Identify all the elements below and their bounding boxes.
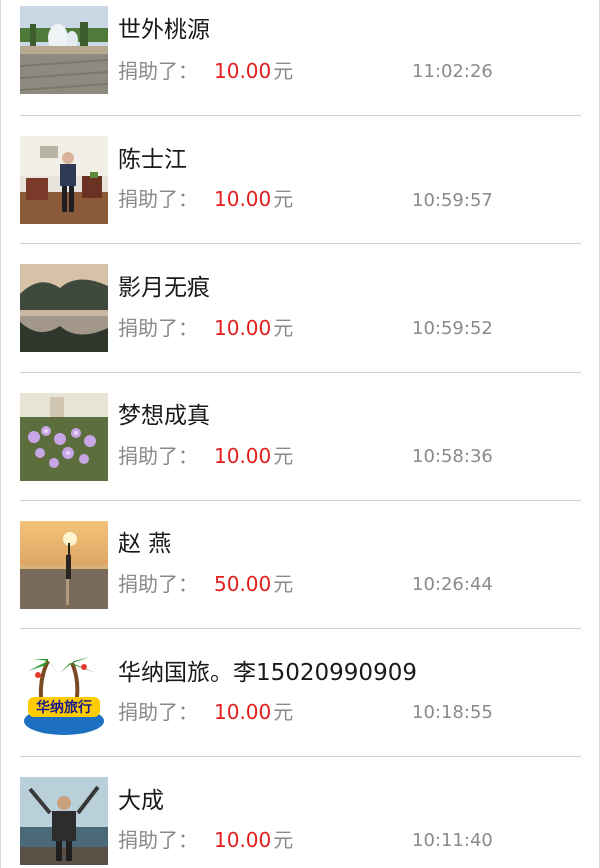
currency-unit: 元: [273, 59, 294, 83]
donation-row[interactable]: 陈士江 捐助了： 10.00 元 10:59:57: [0, 116, 600, 244]
donation-amount: 10.00: [214, 828, 272, 852]
donation-row[interactable]: 世外桃源 捐助了： 10.00 元 11:02:26: [0, 0, 600, 116]
donor-name: 赵 燕: [118, 531, 172, 557]
donation-time: 10:26:44: [412, 574, 493, 595]
currency-unit: 元: [273, 444, 294, 468]
currency-unit: 元: [273, 572, 294, 596]
donor-name: 世外桃源: [118, 17, 210, 43]
donation-amount: 10.00: [214, 700, 272, 724]
donation-amount-line: 捐助了： 10.00 元: [118, 699, 293, 725]
donated-label: 捐助了：: [118, 700, 198, 724]
donation-amount-line: 捐助了： 10.00 元: [118, 58, 293, 84]
currency-unit: 元: [273, 316, 294, 340]
donation-time: 11:02:26: [412, 61, 493, 82]
currency-unit: 元: [273, 700, 294, 724]
donated-label: 捐助了：: [118, 828, 198, 852]
donor-name: 梦想成真: [118, 403, 210, 429]
donation-amount: 10.00: [214, 444, 272, 468]
donation-amount: 10.00: [214, 316, 272, 340]
man-in-office-photo-icon[interactable]: [20, 136, 108, 224]
travel-agency-logo-icon[interactable]: 华纳旅行: [20, 651, 108, 739]
donated-label: 捐助了：: [118, 444, 198, 468]
currency-unit: 元: [273, 828, 294, 852]
donation-list: 世外桃源 捐助了： 10.00 元 11:02:26 陈士江 捐助了： 10.0…: [0, 0, 600, 868]
donation-amount-line: 捐助了： 10.00 元: [118, 827, 293, 853]
fountain-plaza-photo-icon[interactable]: [20, 6, 108, 94]
donated-label: 捐助了：: [118, 187, 198, 211]
donation-time: 10:11:40: [412, 830, 493, 851]
donor-name: 华纳国旅。李15020990909: [118, 660, 417, 686]
donated-label: 捐助了：: [118, 59, 198, 83]
donation-row[interactable]: 华纳旅行 华纳国旅。李15020990909 捐助了： 10.00 元 10:18:…: [0, 629, 600, 757]
donor-name: 大成: [118, 788, 164, 814]
logo-text: 华纳旅行: [36, 699, 92, 716]
sunset-beach-photo-icon[interactable]: [20, 521, 108, 609]
donation-row[interactable]: 影月无痕 捐助了： 10.00 元 10:59:52: [0, 244, 600, 372]
donor-name: 陈士江: [118, 147, 187, 173]
currency-unit: 元: [273, 187, 294, 211]
man-on-boat-photo-icon[interactable]: [20, 777, 108, 865]
donation-amount: 10.00: [214, 59, 272, 83]
donation-row[interactable]: 大成 捐助了： 10.00 元 10:11:40: [0, 757, 600, 868]
donation-row[interactable]: 梦想成真 捐助了： 10.00 元 10:58:36: [0, 373, 600, 501]
donation-row[interactable]: 赵 燕 捐助了： 50.00 元 10:26:44: [0, 501, 600, 629]
donation-amount-line: 捐助了： 50.00 元: [118, 571, 293, 597]
donation-time: 10:59:57: [412, 190, 493, 211]
donor-name: 影月无痕: [118, 275, 210, 301]
donation-time: 10:59:52: [412, 318, 493, 339]
donation-amount: 10.00: [214, 187, 272, 211]
donation-amount-line: 捐助了： 10.00 元: [118, 186, 293, 212]
donated-label: 捐助了：: [118, 316, 198, 340]
lake-mountain-photo-icon[interactable]: [20, 264, 108, 352]
donation-amount-line: 捐助了： 10.00 元: [118, 315, 293, 341]
flowers-photo-icon[interactable]: [20, 393, 108, 481]
donation-amount: 50.00: [214, 572, 272, 596]
donation-time: 10:58:36: [412, 446, 493, 467]
donation-time: 10:18:55: [412, 702, 493, 723]
donation-amount-line: 捐助了： 10.00 元: [118, 443, 293, 469]
donated-label: 捐助了：: [118, 572, 198, 596]
